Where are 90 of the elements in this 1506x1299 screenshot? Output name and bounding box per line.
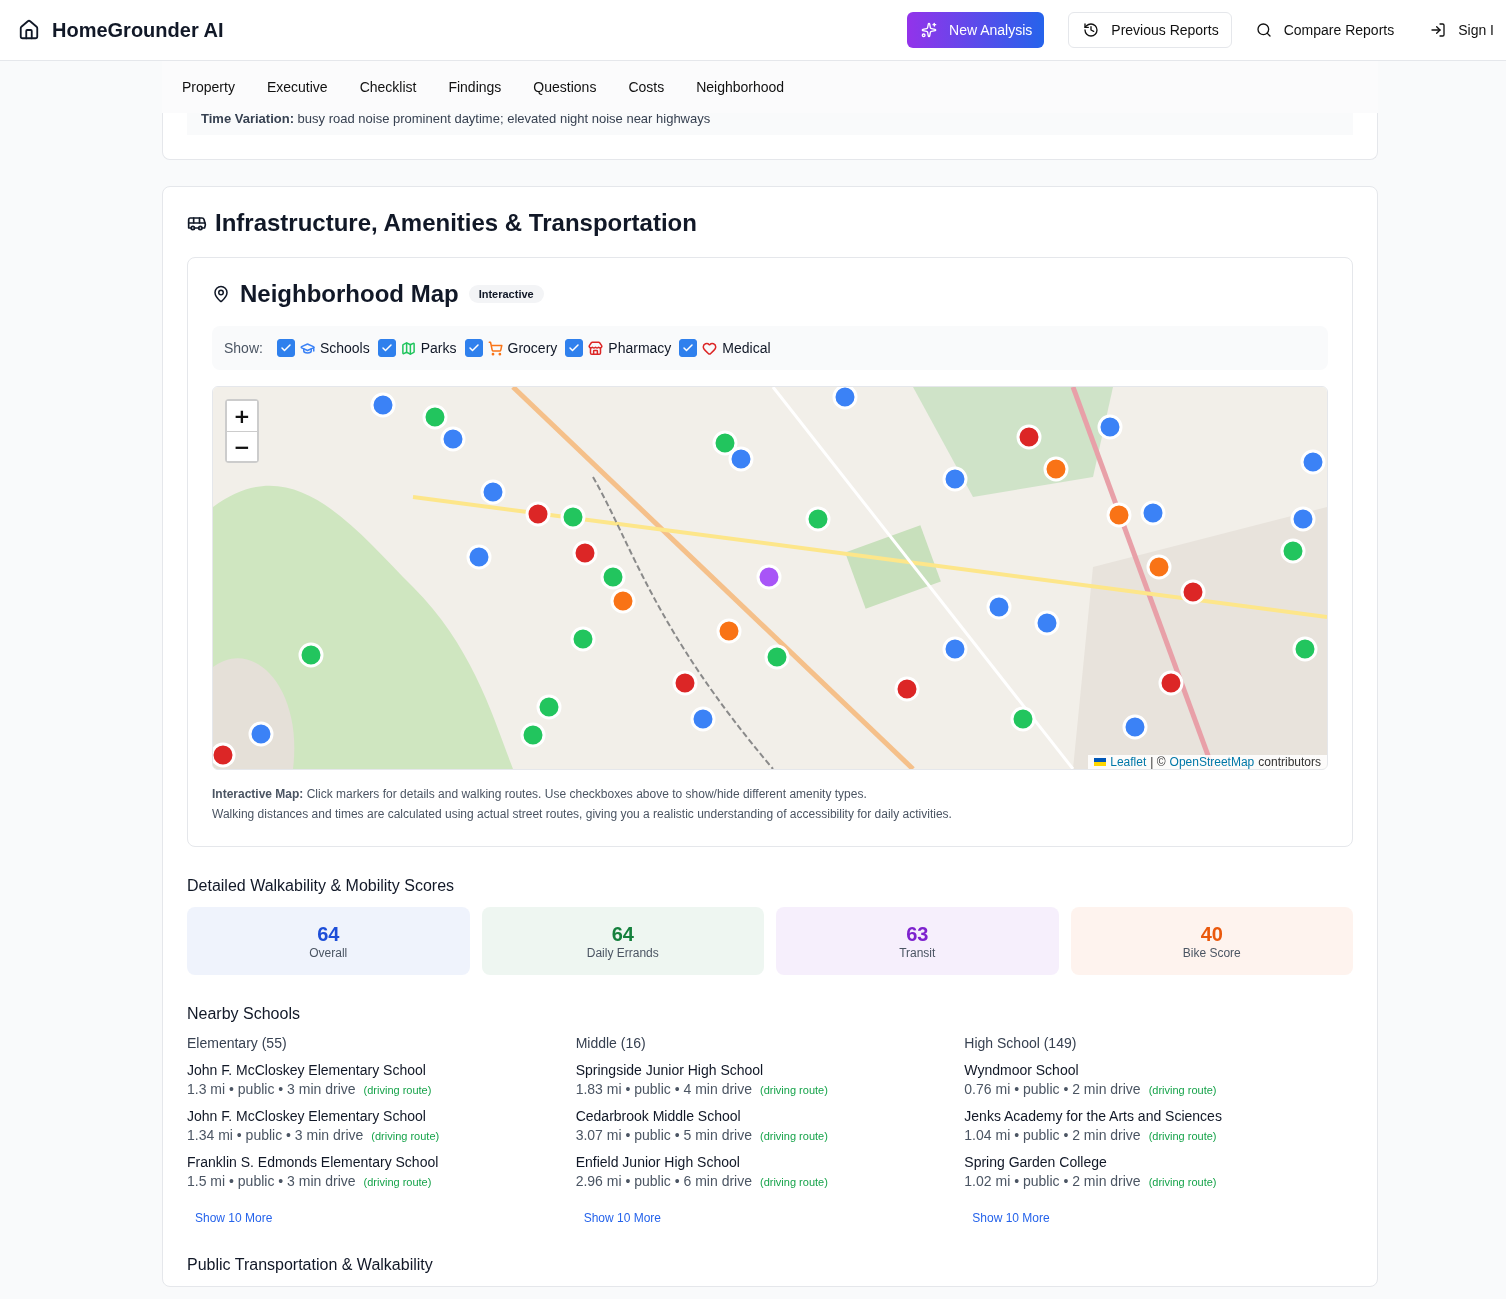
zoom-out-button[interactable]: − <box>227 431 257 461</box>
route-type: (driving route) <box>1148 1176 1217 1188</box>
check-icon <box>467 342 480 354</box>
transport-heading: Public Transportation & Walkability <box>187 1256 434 1274</box>
sparkle-icon <box>921 22 938 38</box>
route-type: (driving route) <box>363 1176 432 1188</box>
school-details: 1.34 mi • public • 3 min drive <box>187 1126 364 1145</box>
attribution-text: | © <box>1150 755 1166 769</box>
header-button[interactable]: Compare Reports <box>1255 12 1407 48</box>
time-variation-text: Time Variation: busy road noise prominent daytime; elevated night noise near highways <box>187 113 1353 135</box>
school-name: Jenks Academy for the Arts and Sciences <box>964 1107 1223 1125</box>
school-details: 1.04 mi • public • 2 min drive <box>964 1126 1141 1145</box>
attribution-text: contributors <box>1258 755 1321 769</box>
section-tab[interactable]: Questions <box>533 79 597 95</box>
school-name: Wyndmoor School <box>964 1061 1080 1079</box>
filter-label: Grocery <box>507 340 558 356</box>
checkbox[interactable] <box>276 339 295 357</box>
checkbox[interactable] <box>565 339 584 357</box>
route-type: (driving route) <box>1148 1084 1217 1096</box>
checkbox[interactable] <box>377 339 396 357</box>
school-group-title: High School (149) <box>964 1035 1078 1051</box>
score-label: Overall <box>309 945 348 960</box>
school-name: Enfield Junior High School <box>575 1153 741 1171</box>
score-label: Bike Score <box>1182 945 1241 960</box>
header-button[interactable]: Previous Reports <box>1068 12 1232 48</box>
map-note: Walking distances and times are calculated using actual street routes, giving you a realistic understanding of accessibility for daily activities. <box>212 806 953 823</box>
pin-icon <box>212 285 230 303</box>
school-details: 3.07 mi • public • 5 min drive <box>575 1126 752 1145</box>
header-button[interactable]: New Analysis <box>907 12 1045 48</box>
section-title: Infrastructure, Amenities & Transportation <box>215 209 697 237</box>
map-title: Neighborhood Map <box>240 280 459 308</box>
school-details: 1.5 mi • public • 3 min drive <box>187 1172 356 1191</box>
section-tab[interactable]: Executive <box>266 79 328 95</box>
check-icon <box>568 342 581 354</box>
section-tab[interactable]: Checklist <box>359 79 417 95</box>
school-details: 0.76 mi • public • 2 min drive <box>964 1080 1141 1099</box>
check-icon <box>682 342 695 354</box>
search-icon <box>1255 22 1272 38</box>
route-type: (driving route) <box>760 1084 828 1096</box>
interactive-badge: Interactive <box>468 285 544 303</box>
route-type: (driving route) <box>363 1084 432 1096</box>
route-type: (driving route) <box>760 1176 828 1188</box>
filter-label: Schools <box>319 340 370 356</box>
home-icon <box>18 19 40 41</box>
score-value: 64 <box>317 922 340 946</box>
check-icon <box>380 342 393 354</box>
school-name: Spring Garden College <box>964 1153 1108 1171</box>
show-label: Show: <box>224 340 263 356</box>
school-details: 2.96 mi • public • 6 min drive <box>575 1172 752 1191</box>
history-icon <box>1083 22 1100 38</box>
school-group-title: Middle (16) <box>575 1035 647 1051</box>
leaflet-link[interactable]: Leaflet <box>1110 755 1147 769</box>
score-label: Daily Errands <box>586 945 659 960</box>
filter-label: Parks <box>420 340 457 356</box>
schools-heading: Nearby Schools <box>187 1005 301 1023</box>
sign-in-icon <box>1430 22 1447 38</box>
school-name: Cedarbrook Middle School <box>575 1107 742 1125</box>
school-name: John F. McCloskey Elementary School <box>187 1061 427 1079</box>
school-name: Franklin S. Edmonds Elementary School <box>187 1153 440 1171</box>
section-tab[interactable]: Findings <box>448 79 502 95</box>
score-value: 63 <box>906 922 929 946</box>
section-tab[interactable]: Property <box>182 79 235 95</box>
score-label: Transit <box>899 945 936 960</box>
route-type: (driving route) <box>760 1130 828 1142</box>
section-tab[interactable]: Neighborhood <box>696 79 785 95</box>
show-more-link[interactable]: Show 10 More <box>972 1211 1050 1225</box>
map-note: Interactive Map: Click markers for details and walking routes. Use checkboxes above to show/hide different amenity types. <box>212 786 868 803</box>
school-name: Springside Junior High School <box>575 1061 765 1079</box>
score-value: 64 <box>611 922 634 946</box>
school-details: 1.3 mi • public • 3 min drive <box>187 1080 356 1099</box>
show-more-link[interactable]: Show 10 More <box>583 1211 662 1225</box>
brand-name: HomeGrounder AI <box>52 18 224 42</box>
filter-label: Medical <box>722 340 771 356</box>
route-type: (driving route) <box>1148 1130 1217 1142</box>
show-more-link[interactable]: Show 10 More <box>195 1211 273 1225</box>
openstreetmap-link[interactable]: OpenStreetMap <box>1169 755 1255 769</box>
check-icon <box>279 342 292 354</box>
school-details: 1.83 mi • public • 4 min drive <box>575 1080 752 1099</box>
filter-label: Pharmacy <box>608 340 672 356</box>
school-name: John F. McCloskey Elementary School <box>187 1107 427 1125</box>
route-type: (driving route) <box>371 1130 440 1142</box>
header-button[interactable]: Sign I <box>1430 12 1506 48</box>
flag-icon <box>1094 758 1107 766</box>
checkbox[interactable] <box>679 339 698 357</box>
school-details: 1.02 mi • public • 2 min drive <box>964 1172 1141 1191</box>
scores-heading: Detailed Walkability & Mobility Scores <box>187 877 456 895</box>
school-group-title: Elementary (55) <box>187 1035 288 1051</box>
section-tab[interactable]: Costs <box>628 79 665 95</box>
checkbox[interactable] <box>464 339 483 357</box>
score-value: 40 <box>1200 922 1223 946</box>
